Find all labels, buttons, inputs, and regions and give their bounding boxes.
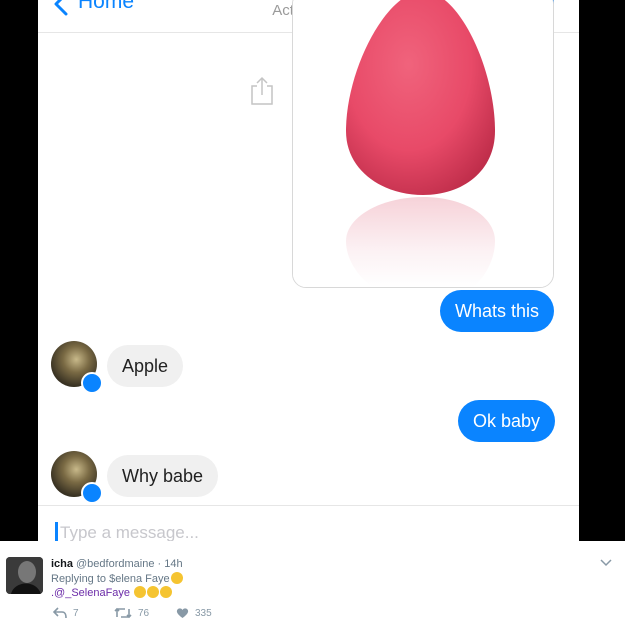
retweet-count: 76 (138, 607, 150, 619)
messenger-screen: Home Active now (38, 0, 579, 541)
crying-emoji-icon (147, 586, 160, 598)
crying-emoji-icon (160, 586, 173, 598)
black-bar-left (0, 0, 38, 541)
retweet-action[interactable]: 76 (114, 607, 149, 619)
crying-emoji-icon (134, 586, 147, 598)
like-count: 335 (195, 607, 212, 619)
black-bar-right (579, 0, 625, 541)
tweet-handle[interactable]: @bedfordmaine · 14h (76, 558, 183, 570)
tweet-text: .@_SelenaFaye (51, 586, 173, 599)
tweet-avatar[interactable] (6, 557, 43, 594)
reply-action[interactable]: 7 (53, 607, 79, 619)
replying-to: Replying to $elena Faye (51, 572, 183, 585)
image-attachment[interactable] (292, 0, 554, 288)
text-cursor (55, 522, 58, 541)
message-bubble-incoming[interactable]: Why babe (107, 455, 219, 497)
retweet-icon (114, 607, 132, 619)
mention-link[interactable]: .@_SelenaFaye (51, 587, 130, 599)
share-icon[interactable] (250, 76, 274, 106)
message-input[interactable]: Type a message... (60, 523, 199, 541)
reply-icon (53, 607, 67, 619)
message-composer[interactable]: Type a message... (38, 505, 579, 541)
profile-photo-icon (6, 557, 43, 594)
messenger-badge-icon (81, 372, 103, 394)
reply-count: 7 (73, 607, 79, 619)
tweet: icha @bedfordmaine · 14h Replying to $el… (0, 541, 625, 636)
crown-emoji-icon (170, 572, 183, 584)
message-bubble-outgoing[interactable]: Whats this (440, 290, 555, 332)
message-bubble-outgoing[interactable]: Ok baby (458, 400, 556, 442)
messenger-badge-icon (81, 482, 103, 504)
message-bubble-incoming[interactable]: Apple (107, 345, 184, 387)
tweet-author-name[interactable]: icha (51, 558, 73, 570)
replying-to-label[interactable]: Replying to $elena Faye (51, 573, 170, 585)
beauty-sponge-image (293, 0, 553, 287)
like-action[interactable]: 335 (176, 607, 212, 619)
chevron-down-icon[interactable] (600, 559, 612, 567)
heart-icon (176, 608, 189, 618)
